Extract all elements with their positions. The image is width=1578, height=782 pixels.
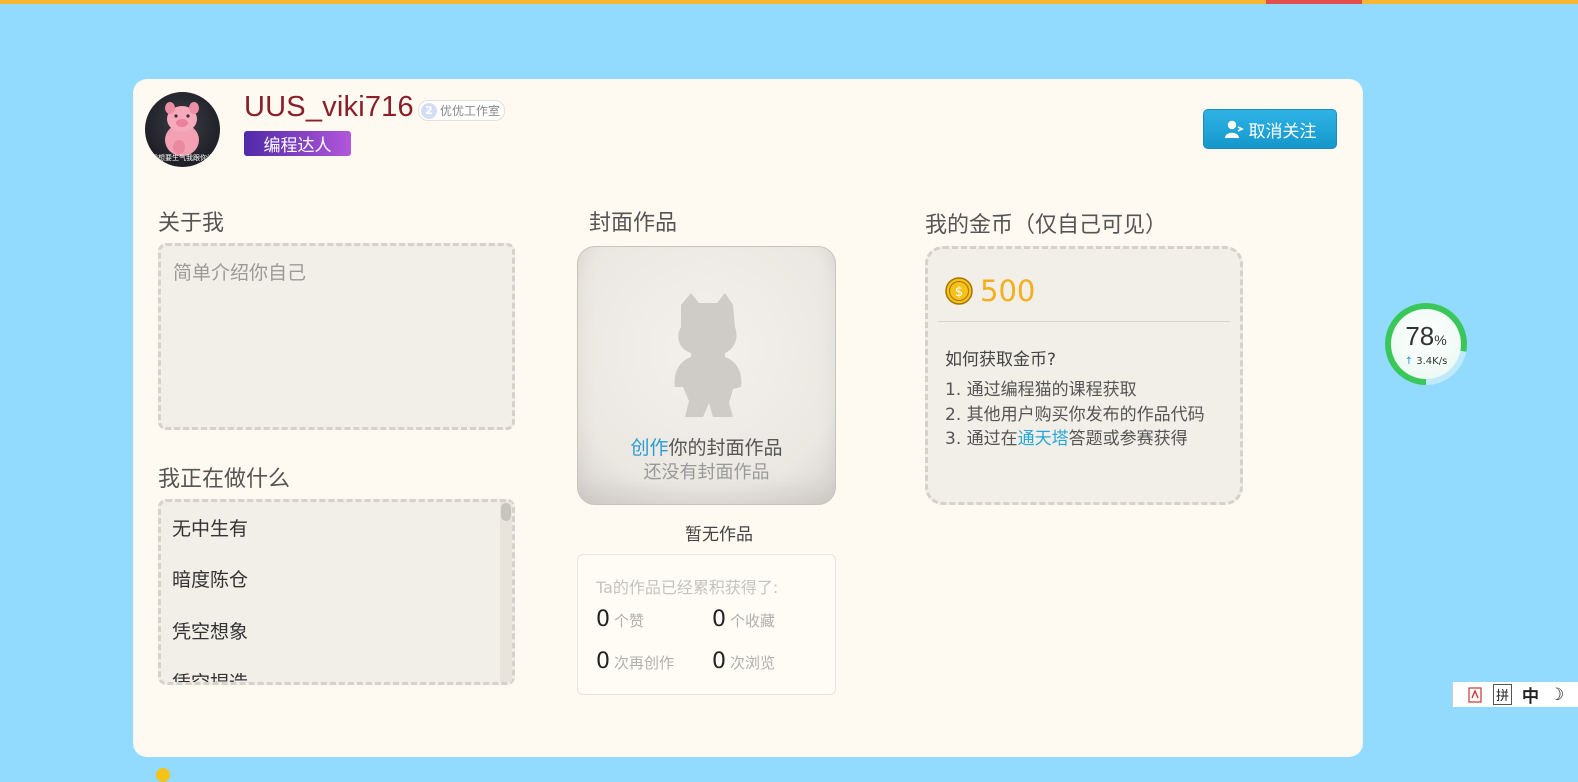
doing-item[interactable]: 凭空想象 <box>172 617 248 644</box>
coins-title: 我的金币（仅自己可见） <box>925 213 1168 238</box>
profile-card: 我想要生气我跟你说 UUS_viki716 2 优优工作室 编程达人 取消关注 … <box>133 79 1363 757</box>
doing-title: 我正在做什么 <box>158 467 291 492</box>
no-works-text: 暂无作品 <box>685 525 753 545</box>
stat-views-value: 0 <box>712 649 726 674</box>
coins-step-1: 1. 通过编程猫的课程获取 <box>945 380 1137 400</box>
unfollow-label: 取消关注 <box>1248 121 1317 142</box>
network-speed-inner: 78% ↑ 3.4K/s <box>1391 309 1461 379</box>
stat-likes-value: 0 <box>596 607 610 632</box>
coins-step-3-suffix: 答题或参赛获得 <box>1068 429 1188 449</box>
tower-link[interactable]: 通天塔 <box>1018 429 1069 449</box>
coin-icon: $ <box>945 277 973 305</box>
character-silhouette-icon <box>674 293 742 417</box>
doing-item[interactable]: 凭空捏造 <box>172 668 248 682</box>
coins-step-2: 2. 其他用户购买你发布的作品代码 <box>945 405 1205 425</box>
doing-scrollbar[interactable] <box>500 502 512 682</box>
coin-balance: $ 500 <box>945 274 1035 308</box>
doing-list: 无中生有 暗度陈仓 凭空想象 凭空捏造 <box>161 502 498 682</box>
about-title: 关于我 <box>158 211 225 236</box>
stat-likes: 0 个赞 <box>596 607 644 632</box>
doing-item[interactable]: 暗度陈仓 <box>172 565 248 592</box>
stat-likes-label: 个赞 <box>614 612 645 630</box>
speed-percent: 78% <box>1391 321 1461 352</box>
stat-views-label: 次浏览 <box>730 654 776 672</box>
studio-badge[interactable]: 2 优优工作室 <box>418 100 506 121</box>
cover-create-line: 创作你的封面作品 <box>578 433 835 460</box>
studio-number-badge: 2 <box>421 102 437 119</box>
about-placeholder: 简单介绍你自己 <box>173 262 307 284</box>
coins-step-3-prefix: 3. 通过在 <box>945 429 1018 449</box>
stat-favorites-label: 个收藏 <box>730 612 776 630</box>
doing-scrollbar-thumb[interactable] <box>501 503 511 521</box>
avatar[interactable]: 我想要生气我跟你说 <box>145 92 220 167</box>
ime-pinyin-toggle[interactable]: 拼 <box>1493 684 1513 705</box>
coins-divider <box>938 321 1230 322</box>
works-stats-card: Ta的作品已经累积获得了: 0 个赞 0 个收藏 0 次再创作 0 次浏览 <box>577 554 836 695</box>
ime-logo-icon <box>1468 686 1482 703</box>
stat-views: 0 次浏览 <box>712 649 775 674</box>
speed-rate: ↑ 3.4K/s <box>1391 356 1461 367</box>
network-speed-widget[interactable]: 78% ↑ 3.4K/s <box>1385 303 1467 385</box>
unfollow-button[interactable]: 取消关注 <box>1203 109 1337 149</box>
level-tag: 编程达人 <box>244 131 351 156</box>
stat-recreations-value: 0 <box>596 649 610 674</box>
avatar-caption: 我想要生气我跟你说 <box>151 154 214 162</box>
arrow-up-icon: ↑ <box>1404 356 1414 367</box>
stat-favorites: 0 个收藏 <box>712 607 775 632</box>
stat-favorites-value: 0 <box>712 607 726 632</box>
top-accent-bar <box>0 0 1578 4</box>
stats-title: Ta的作品已经累积获得了: <box>596 578 779 597</box>
cover-empty-text: 还没有封面作品 <box>643 462 770 483</box>
cover-title: 封面作品 <box>589 211 678 236</box>
cover-create-rest: 你的封面作品 <box>668 437 783 459</box>
doing-item[interactable]: 无中生有 <box>172 514 248 541</box>
studio-name: 优优工作室 <box>440 104 501 118</box>
top-accent-red-segment <box>1266 0 1362 4</box>
coin-amount: 500 <box>980 274 1036 308</box>
ime-moon-icon[interactable]: ☽ <box>1549 685 1564 705</box>
speed-percent-value: 78 <box>1405 321 1435 351</box>
svg-text:$: $ <box>955 285 963 300</box>
doing-list-box[interactable]: 无中生有 暗度陈仓 凭空想象 凭空捏造 <box>158 499 515 685</box>
speed-rate-value: 3.4K/s <box>1416 356 1448 367</box>
cover-work-card[interactable]: 创作你的封面作品 还没有封面作品 <box>577 246 836 505</box>
username: UUS_viki716 <box>244 91 414 123</box>
user-icon <box>1224 120 1244 138</box>
speed-percent-sign: % <box>1434 332 1447 348</box>
stat-recreations-label: 次再创作 <box>614 654 675 672</box>
coins-step-3: 3. 通过在通天塔答题或参赛获得 <box>945 424 1188 449</box>
ime-language-toggle[interactable]: 中 <box>1522 682 1539 707</box>
ime-toolbar[interactable]: 拼 中 ☽ <box>1452 682 1578 707</box>
coins-card: $ 500 如何获取金币? 1. 通过编程猫的课程获取 2. 其他用户购买你发布… <box>925 246 1243 505</box>
about-textarea[interactable]: 简单介绍你自己 <box>158 243 515 430</box>
coin-corner-icon <box>156 768 170 782</box>
cover-create-link[interactable]: 创作 <box>630 437 668 459</box>
stat-recreations: 0 次再创作 <box>596 649 674 674</box>
coins-how-title: 如何获取金币? <box>945 350 1057 370</box>
